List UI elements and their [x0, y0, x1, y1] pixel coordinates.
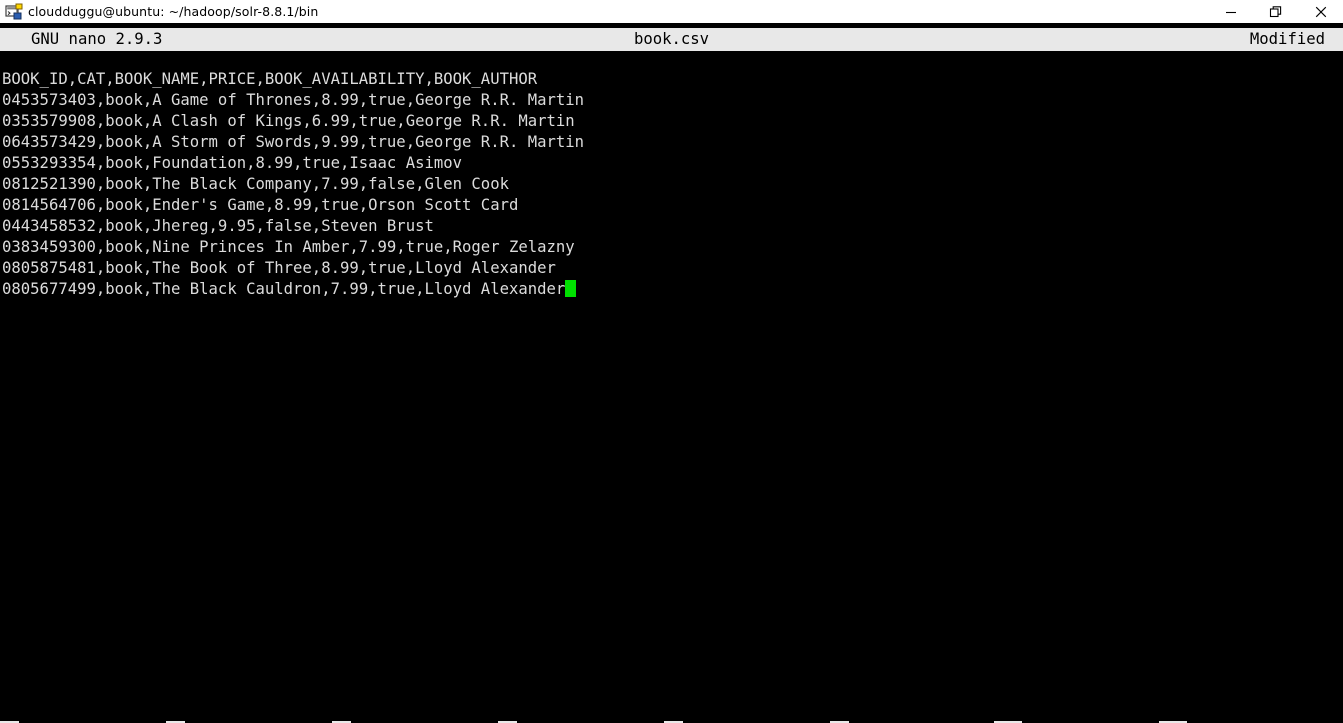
line-text: 0383459300,book,Nine Princes In Amber,7.… — [2, 238, 575, 256]
line-text: 0805875481,book,The Book of Three,8.99,t… — [2, 259, 556, 277]
text-cursor — [565, 280, 576, 297]
nano-shortcut-bar: ^GGet Help^OWrite Out^WWhere Is^KCut Tex… — [0, 677, 1343, 723]
csv-data-line[interactable]: 0805677499,book,The Black Cauldron,7.99,… — [2, 279, 1343, 300]
nano-modified-indicator: Modified — [1249, 30, 1325, 48]
line-text: 0443458532,book,Jhereg,9.95,false,Steven… — [2, 217, 434, 235]
csv-data-line[interactable]: 0453573403,book,A Game of Thrones,8.99,t… — [2, 90, 1343, 111]
csv-data-line[interactable]: 0805875481,book,The Book of Three,8.99,t… — [2, 258, 1343, 279]
csv-data-line[interactable]: 0812521390,book,The Black Company,7.99,f… — [2, 174, 1343, 195]
line-text: 0453573403,book,A Game of Thrones,8.99,t… — [2, 91, 585, 109]
editor-buffer[interactable]: BOOK_ID,CAT,BOOK_NAME,PRICE,BOOK_AVAILAB… — [2, 69, 1343, 300]
csv-header-line[interactable]: BOOK_ID,CAT,BOOK_NAME,PRICE,BOOK_AVAILAB… — [2, 69, 1343, 90]
line-text: 0353579908,book,A Clash of Kings,6.99,tr… — [2, 112, 575, 130]
nano-editor[interactable]: GNU nano 2.9.3 book.csv Modified BOOK_ID… — [0, 23, 1343, 723]
line-text: 0812521390,book,The Black Company,7.99,f… — [2, 175, 509, 193]
csv-data-line[interactable]: 0643573429,book,A Storm of Swords,9.99,t… — [2, 132, 1343, 153]
minimize-icon[interactable] — [1208, 0, 1253, 23]
close-icon[interactable] — [1298, 0, 1343, 23]
line-text: 0553293354,book,Foundation,8.99,true,Isa… — [2, 154, 463, 172]
line-text: 0643573429,book,A Storm of Swords,9.99,t… — [2, 133, 585, 151]
line-text: 0805677499,book,The Black Cauldron,7.99,… — [2, 280, 566, 298]
csv-data-line[interactable]: 0383459300,book,Nine Princes In Amber,7.… — [2, 237, 1343, 258]
window-controls — [1208, 0, 1343, 23]
csv-data-line[interactable]: 0814564706,book,Ender's Game,8.99,true,O… — [2, 195, 1343, 216]
nano-title-bar: GNU nano 2.9.3 book.csv Modified — [0, 28, 1343, 51]
restore-icon[interactable] — [1253, 0, 1298, 23]
nano-filename: book.csv — [633, 30, 710, 48]
csv-data-line[interactable]: 0353579908,book,A Clash of Kings,6.99,tr… — [2, 111, 1343, 132]
csv-data-line[interactable]: 0443458532,book,Jhereg,9.95,false,Steven… — [2, 216, 1343, 237]
csv-data-line[interactable]: 0553293354,book,Foundation,8.99,true,Isa… — [2, 153, 1343, 174]
line-text: BOOK_ID,CAT,BOOK_NAME,PRICE,BOOK_AVAILAB… — [2, 70, 538, 88]
line-text: 0814564706,book,Ender's Game,8.99,true,O… — [2, 196, 519, 214]
terminal-window: cloudduggu@ubuntu: ~/hadoop/solr-8.8.1/b… — [0, 0, 1343, 723]
window-titlebar[interactable]: cloudduggu@ubuntu: ~/hadoop/solr-8.8.1/b… — [0, 0, 1343, 23]
window-title: cloudduggu@ubuntu: ~/hadoop/solr-8.8.1/b… — [28, 4, 319, 19]
terminal-icon — [5, 3, 23, 19]
